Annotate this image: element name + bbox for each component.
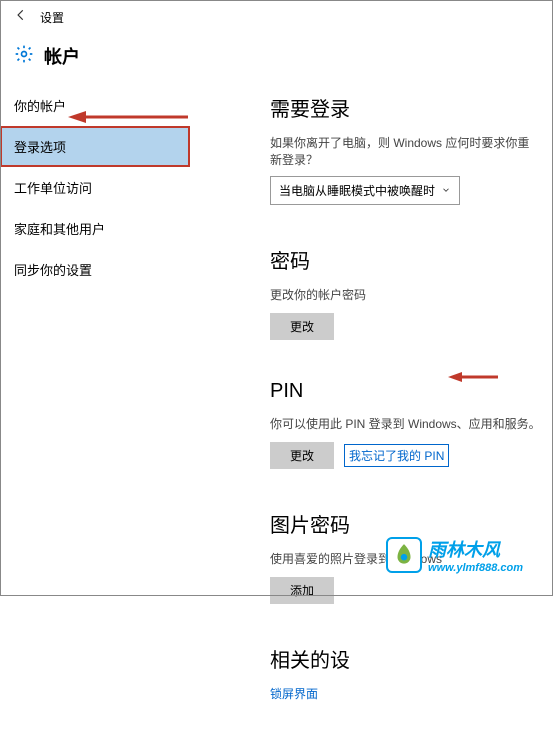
annotation-arrow-2 bbox=[448, 369, 498, 385]
page-title: 帐户 bbox=[44, 43, 80, 69]
main-content: 需要登录 如果你离开了电脑，则 Windows 应何时要求你重新登录？ 当电脑从… bbox=[190, 85, 553, 742]
password-change-button[interactable]: 更改 bbox=[270, 313, 334, 340]
password-desc: 更改你的帐户密码 bbox=[270, 286, 541, 303]
sidebar: 你的帐户 登录选项 工作单位访问 家庭和其他用户 同步你的设置 bbox=[0, 85, 190, 742]
chevron-down-icon bbox=[441, 184, 451, 198]
pin-change-button[interactable]: 更改 bbox=[270, 442, 334, 469]
picture-password-title: 图片密码 bbox=[270, 509, 541, 538]
signin-desc: 如果你离开了电脑，则 Windows 应何时要求你重新登录？ bbox=[270, 134, 541, 168]
sidebar-item-work-access[interactable]: 工作单位访问 bbox=[0, 167, 190, 208]
watermark: 雨林木风 www.ylmf888.com bbox=[386, 536, 523, 574]
picture-add-button[interactable]: 添加 bbox=[270, 577, 334, 604]
watermark-cn: 雨林木风 bbox=[428, 536, 523, 562]
sidebar-item-family-users[interactable]: 家庭和其他用户 bbox=[0, 208, 190, 249]
password-title: 密码 bbox=[270, 245, 541, 274]
sidebar-item-signin-options[interactable]: 登录选项 bbox=[0, 126, 190, 167]
signin-title: 需要登录 bbox=[270, 93, 541, 122]
watermark-logo-icon bbox=[386, 537, 422, 573]
related-title: 相关的设 bbox=[270, 644, 541, 673]
watermark-url: www.ylmf888.com bbox=[428, 562, 523, 574]
pin-desc: 你可以使用此 PIN 登录到 Windows、应用和服务。 bbox=[270, 415, 541, 432]
pin-title: PIN bbox=[270, 380, 541, 403]
sidebar-item-sync-settings[interactable]: 同步你的设置 bbox=[0, 249, 190, 290]
signin-when-select[interactable]: 当电脑从睡眠模式中被唤醒时 bbox=[270, 176, 460, 205]
lockscreen-link[interactable]: 锁屏界面 bbox=[270, 685, 541, 702]
pin-forgot-link[interactable]: 我忘记了我的 PIN bbox=[344, 444, 449, 467]
settings-icon bbox=[14, 44, 34, 69]
titlebar-text: 设置 bbox=[40, 9, 64, 26]
back-button[interactable] bbox=[14, 8, 28, 27]
annotation-arrow-1 bbox=[68, 107, 188, 127]
